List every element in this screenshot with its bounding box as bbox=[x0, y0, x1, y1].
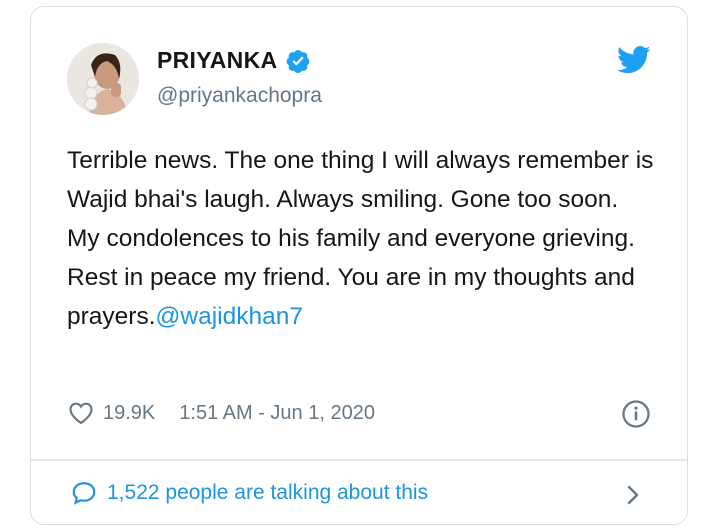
speech-bubble-icon bbox=[72, 482, 96, 505]
tweet-card[interactable]: PRIYANKA @priyankachopra Terrible news. … bbox=[30, 6, 688, 525]
avatar-photo bbox=[67, 43, 139, 115]
twitter-bird-icon[interactable] bbox=[617, 45, 651, 75]
divider bbox=[31, 459, 687, 461]
author-name[interactable]: PRIYANKA bbox=[157, 47, 277, 74]
tweet-text: Terrible news. The one thing I will alwa… bbox=[67, 141, 657, 336]
conversation-link[interactable]: 1,522 people are talking about this bbox=[71, 477, 651, 509]
verified-badge-icon bbox=[287, 49, 310, 73]
author-name-row[interactable]: PRIYANKA bbox=[157, 47, 311, 74]
heart-icon[interactable] bbox=[67, 399, 95, 427]
like-count[interactable]: 19.9K bbox=[103, 402, 155, 425]
tweet-meta: 19.9K 1:51 AM - Jun 1, 2020 bbox=[67, 397, 657, 429]
avatar[interactable] bbox=[67, 43, 139, 115]
timestamp[interactable]: 1:51 AM - Jun 1, 2020 bbox=[179, 402, 375, 425]
info-icon[interactable] bbox=[621, 399, 651, 429]
author-handle[interactable]: @priyankachopra bbox=[157, 84, 322, 108]
conversation-count-text[interactable]: 1,522 people are talking about this bbox=[107, 481, 428, 505]
mention-link[interactable]: @wajidkhan7 bbox=[156, 303, 303, 330]
chevron-right-icon[interactable] bbox=[623, 483, 643, 507]
